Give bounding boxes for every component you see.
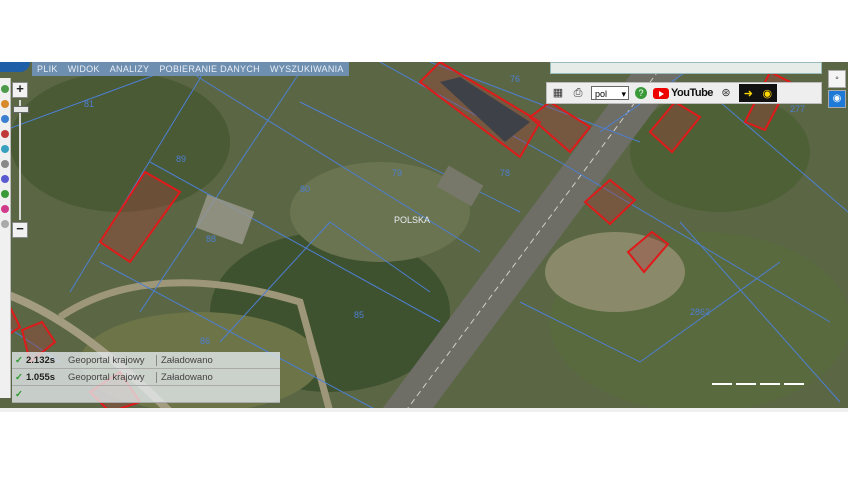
tool-icon[interactable] — [1, 190, 9, 198]
parcel-number: 86 — [200, 336, 211, 346]
tool-icon[interactable] — [1, 115, 9, 123]
parcel-number: 81 — [84, 99, 95, 109]
load-status: Załadowano — [156, 354, 213, 366]
tool-icon[interactable] — [1, 85, 9, 93]
accessibility-button[interactable]: ➜ ◉ — [738, 84, 777, 102]
tool-icon[interactable] — [1, 130, 9, 138]
menu-item-analizy[interactable]: ANALIZY — [105, 62, 155, 76]
check-icon: ✓ — [15, 354, 23, 366]
parcel-number: 79 — [392, 168, 403, 178]
load-row: ✓ 1.055s Geoportal krajowy Załadowano — [12, 369, 280, 386]
menu-item-widok[interactable]: WIDOK — [63, 62, 105, 76]
check-icon: ✓ — [15, 388, 23, 400]
load-time: 2.132s — [26, 354, 56, 366]
menu-item-pobieranie-danych[interactable]: POBIERANIE DANYCH — [154, 62, 265, 76]
load-status: Załadowano — [156, 371, 213, 383]
parcel-number: 78 — [500, 168, 511, 178]
parcel-number: 85 — [354, 310, 365, 320]
eye-icon: ◉ — [762, 87, 773, 100]
left-toolbox — [0, 78, 11, 398]
service-name: Geoportal krajowy — [68, 371, 145, 383]
tool-icon[interactable] — [1, 100, 9, 108]
right-panel-buttons: ◦ ◉ — [828, 70, 846, 110]
layer-load-panel: ✓ 2.132s Geoportal krajowy Załadowano ✓ … — [12, 352, 280, 403]
zoom-in-button[interactable]: + — [12, 82, 28, 98]
language-select[interactable]: pol — [591, 86, 629, 101]
main-menu: PLIK WIDOK ANALIZY POBIERANIE DANYCH WYS… — [32, 62, 349, 76]
help-icon[interactable]: ? — [635, 87, 647, 99]
menu-item-plik[interactable]: PLIK — [32, 62, 63, 76]
zoom-slider[interactable] — [13, 100, 29, 220]
youtube-link[interactable]: YouTube — [653, 87, 713, 99]
menu-item-wyszukiwania[interactable]: WYSZUKIWANIA — [265, 62, 349, 76]
print-icon[interactable]: ⎙ — [571, 87, 585, 100]
load-time: 1.055s — [26, 371, 56, 383]
youtube-label: YouTube — [671, 87, 713, 99]
load-row: ✓ 2.132s Geoportal krajowy Załadowano — [12, 352, 280, 369]
tool-icon[interactable] — [1, 160, 9, 168]
arrow-icon: ➜ — [743, 87, 753, 100]
zoom-out-button[interactable]: − — [12, 222, 28, 238]
top-right-toolbar: ▦ ⎙ pol ? YouTube ⊛ ➜ ◉ — [546, 82, 822, 104]
service-name: Geoportal krajowy — [68, 354, 145, 366]
parcel-number: 89 — [176, 154, 187, 164]
table-icon[interactable]: ▦ — [551, 87, 565, 100]
parcel-number: 277 — [790, 104, 806, 114]
zoom-control: + − — [12, 82, 29, 238]
load-row: ✓ — [12, 386, 280, 403]
map-application: PLIK WIDOK ANALIZY POBIERANIE DANYCH WYS… — [0, 62, 848, 412]
view-toggle-icon[interactable]: ◦ — [828, 70, 846, 88]
parcel-number: 76 — [510, 74, 521, 84]
settings-icon[interactable]: ⊛ — [719, 87, 733, 100]
parcel-number: 80 — [300, 184, 311, 194]
eye-view-icon[interactable]: ◉ — [828, 90, 846, 108]
place-label: POLSKA — [394, 215, 431, 225]
parcel-number: 2862 — [690, 307, 711, 317]
tool-icon[interactable] — [1, 175, 9, 183]
tool-icon[interactable] — [1, 145, 9, 153]
check-icon: ✓ — [15, 371, 23, 383]
tool-icon[interactable] — [1, 220, 9, 228]
parcel-number: 88 — [206, 234, 217, 244]
youtube-icon — [653, 87, 669, 99]
zoom-slider-thumb[interactable] — [13, 106, 29, 113]
scale-bar — [712, 383, 804, 385]
status-bar — [0, 408, 848, 412]
tool-icon[interactable] — [1, 205, 9, 213]
overview-map[interactable] — [550, 62, 822, 74]
